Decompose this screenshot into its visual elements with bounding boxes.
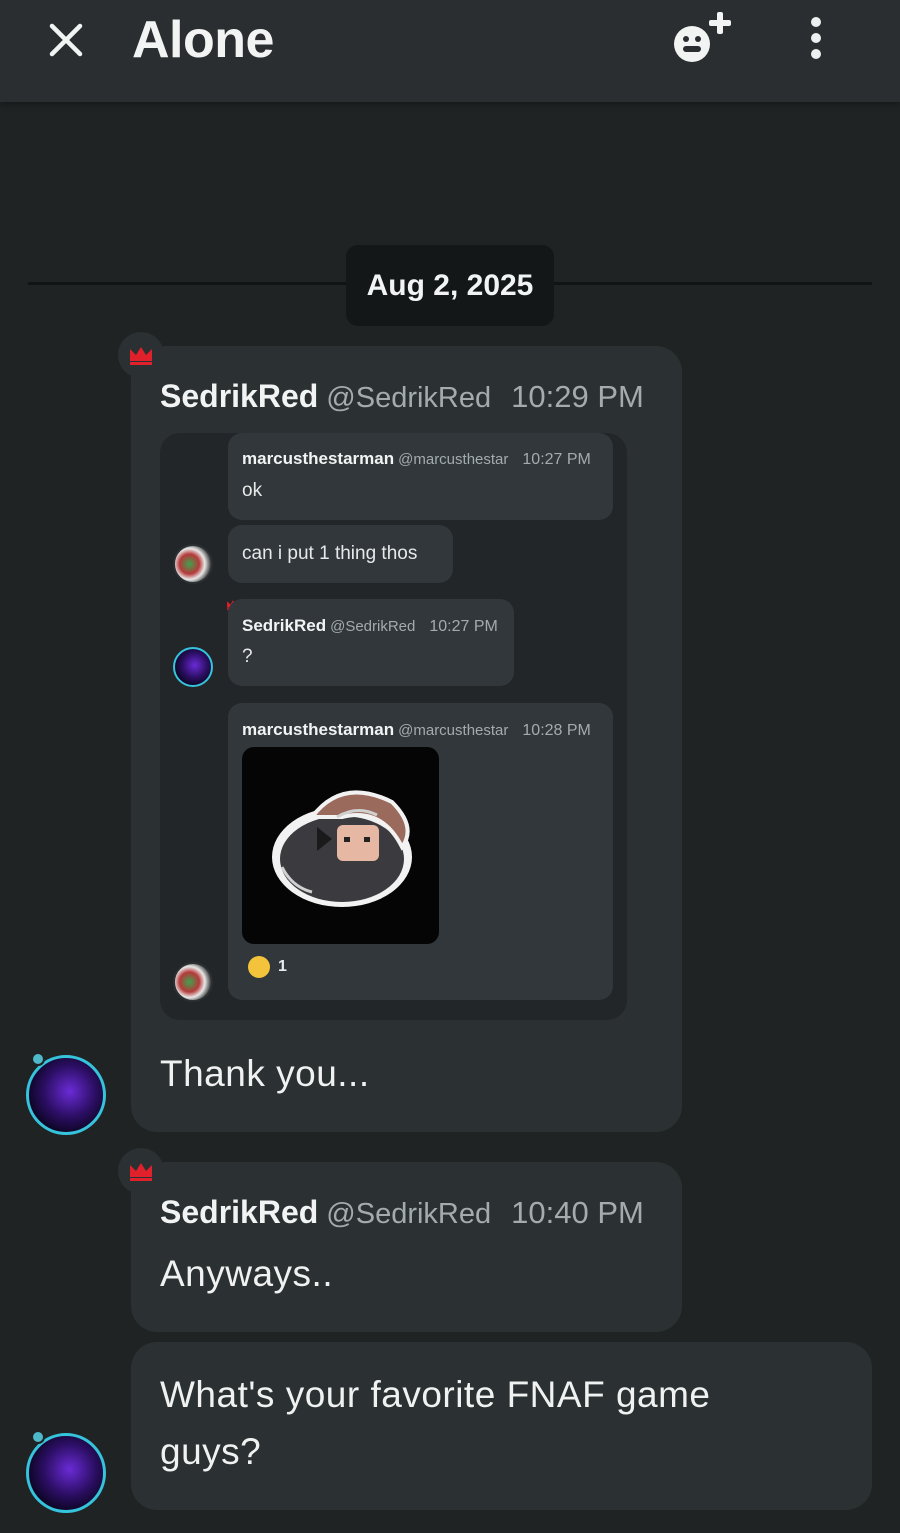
username[interactable]: SedrikRed — [160, 1194, 318, 1230]
quoted-handle: @marcusthestar — [398, 722, 509, 739]
quoted-message — [228, 433, 613, 520]
quoted-message-header: SedrikRed @SedrikRed 10:27 PM — [242, 616, 498, 636]
reaction[interactable]: 1 — [248, 956, 287, 978]
quoted-handle: @SedrikRed — [330, 618, 416, 635]
close-button[interactable] — [38, 12, 94, 68]
avatar-frame-ornament — [31, 1430, 45, 1444]
user-handle: @SedrikRed — [326, 1198, 492, 1230]
quoted-username: marcusthestarman — [242, 449, 395, 468]
quoted-username: marcusthestarman — [242, 720, 395, 739]
avatar[interactable] — [173, 962, 213, 1002]
avatar[interactable] — [173, 647, 213, 687]
teary-smile-emoji-icon — [248, 956, 270, 978]
quoted-message — [228, 599, 514, 686]
reaction-count: 1 — [278, 958, 287, 975]
avatar[interactable] — [26, 1055, 106, 1135]
quoted-message-text: ok — [242, 480, 263, 501]
crown-icon — [130, 1163, 152, 1181]
timestamp: 10:29 PM — [511, 379, 644, 414]
avatar[interactable] — [173, 544, 213, 584]
sticker-character-icon — [272, 790, 412, 907]
add-member-icon — [674, 12, 731, 62]
message-text: Thank you... — [160, 1053, 370, 1094]
quoted-timestamp: 10:27 PM — [429, 618, 498, 635]
quoted-timestamp: 10:28 PM — [522, 722, 591, 739]
avatar[interactable] — [26, 1433, 106, 1513]
chat-title: Alone — [132, 11, 274, 69]
add-member-button[interactable] — [666, 6, 738, 70]
quoted-message-header: marcusthestarman @marcusthestar 10:27 PM — [242, 449, 599, 469]
message-bubble[interactable] — [131, 1162, 682, 1332]
timestamp: 10:40 PM — [511, 1195, 644, 1230]
quoted-message-text: can i put 1 thing thos — [242, 543, 418, 564]
message-text: Anyways.. — [160, 1253, 334, 1294]
more-options-button[interactable] — [792, 10, 840, 66]
close-icon — [49, 23, 83, 57]
date-divider: Aug 2, 2025 — [346, 245, 554, 326]
quoted-message-text: ? — [242, 646, 253, 667]
user-handle: @SedrikRed — [326, 382, 492, 414]
quoted-handle: @marcusthestar — [398, 451, 509, 468]
username[interactable]: SedrikRed — [160, 378, 318, 414]
crown-badge — [118, 1148, 164, 1194]
top-bar: Alone — [0, 0, 900, 102]
crown-badge — [118, 332, 164, 378]
message-header: SedrikRed @SedrikRed 10:40 PM — [160, 1194, 644, 1231]
quoted-username: SedrikRed — [242, 616, 327, 635]
crown-icon — [130, 347, 152, 365]
message-text-line: guys? — [160, 1431, 262, 1472]
avatar-frame-ornament — [31, 1052, 45, 1066]
more-vertical-icon — [811, 17, 821, 27]
sticker-image[interactable] — [242, 747, 439, 944]
message-text-line: What's your favorite FNAF game — [160, 1374, 711, 1415]
message-header: SedrikRed @SedrikRed 10:29 PM — [160, 378, 644, 415]
message-bubble[interactable] — [131, 1342, 872, 1510]
quoted-timestamp: 10:27 PM — [522, 451, 591, 468]
quoted-message-header: marcusthestarman @marcusthestar 10:28 PM — [242, 720, 599, 740]
